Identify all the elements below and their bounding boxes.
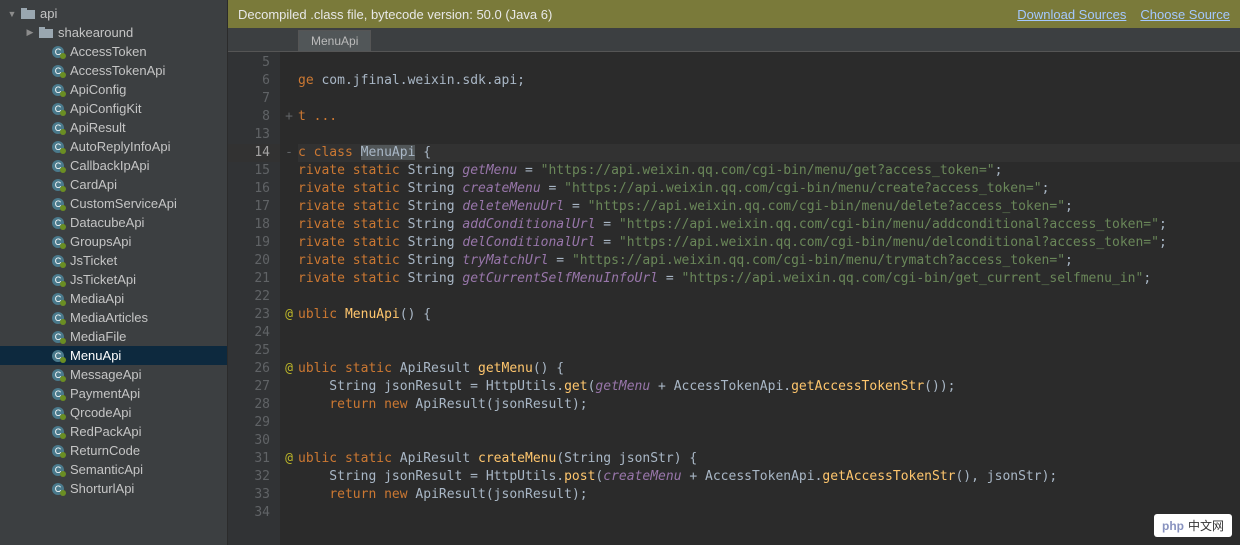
class-icon: C bbox=[50, 443, 66, 459]
file-label: MediaArticles bbox=[70, 310, 148, 325]
tree-file-apiconfig[interactable]: C ApiConfig bbox=[0, 80, 227, 99]
tree-file-mediafile[interactable]: C MediaFile bbox=[0, 327, 227, 346]
file-label: AccessTokenApi bbox=[70, 63, 165, 78]
tree-file-messageapi[interactable]: C MessageApi bbox=[0, 365, 227, 384]
class-icon: C bbox=[50, 253, 66, 269]
file-label: MessageApi bbox=[70, 367, 142, 382]
class-icon: C bbox=[50, 310, 66, 326]
tree-file-paymentapi[interactable]: C PaymentApi bbox=[0, 384, 227, 403]
class-icon: C bbox=[50, 234, 66, 250]
class-icon: C bbox=[50, 177, 66, 193]
tree-file-semanticapi[interactable]: C SemanticApi bbox=[0, 460, 227, 479]
file-label: MenuApi bbox=[70, 348, 121, 363]
folder-label: api bbox=[40, 6, 57, 21]
watermark: php 中文网 bbox=[1154, 514, 1232, 537]
tree-file-datacubeapi[interactable]: C DatacubeApi bbox=[0, 213, 227, 232]
tree-file-groupsapi[interactable]: C GroupsApi bbox=[0, 232, 227, 251]
tree-file-apiresult[interactable]: C ApiResult bbox=[0, 118, 227, 137]
file-label: CustomServiceApi bbox=[70, 196, 177, 211]
editor-tabs: MenuApi bbox=[228, 28, 1240, 52]
file-label: CallbackIpApi bbox=[70, 158, 150, 173]
class-icon: C bbox=[50, 329, 66, 345]
class-icon: C bbox=[50, 101, 66, 117]
tree-folder-shakearound[interactable]: ▶ shakearound bbox=[0, 23, 227, 42]
class-icon: C bbox=[50, 367, 66, 383]
class-icon: C bbox=[50, 158, 66, 174]
download-sources-link[interactable]: Download Sources bbox=[1017, 7, 1126, 22]
decompile-banner: Decompiled .class file, bytecode version… bbox=[228, 0, 1240, 28]
project-tree[interactable]: ▼ api ▶ shakearound C AccessToken C AccessT… bbox=[0, 0, 228, 545]
file-label: JsTicketApi bbox=[70, 272, 136, 287]
folder-label: shakearound bbox=[58, 25, 133, 40]
class-icon: C bbox=[50, 424, 66, 440]
tree-folder-api[interactable]: ▼ api bbox=[0, 4, 227, 23]
class-icon: C bbox=[50, 44, 66, 60]
file-label: DatacubeApi bbox=[70, 215, 144, 230]
class-icon: C bbox=[50, 196, 66, 212]
file-label: ShorturlApi bbox=[70, 481, 134, 496]
tree-file-jsticket[interactable]: C JsTicket bbox=[0, 251, 227, 270]
tree-file-redpackapi[interactable]: C RedPackApi bbox=[0, 422, 227, 441]
tree-file-callbackipapi[interactable]: C CallbackIpApi bbox=[0, 156, 227, 175]
file-label: ApiConfig bbox=[70, 82, 126, 97]
file-label: MediaApi bbox=[70, 291, 124, 306]
code-area[interactable]: ge com.jfinal.weixin.sdk.api;t ...c clas… bbox=[298, 52, 1240, 545]
tree-file-returncode[interactable]: C ReturnCode bbox=[0, 441, 227, 460]
tree-file-shorturlapi[interactable]: C ShorturlApi bbox=[0, 479, 227, 498]
file-label: ApiResult bbox=[70, 120, 126, 135]
chevron-right-icon[interactable]: ▶ bbox=[24, 27, 36, 39]
class-icon: C bbox=[50, 386, 66, 402]
tab-menuapi[interactable]: MenuApi bbox=[298, 30, 371, 51]
choose-source-link[interactable]: Choose Source bbox=[1140, 7, 1230, 22]
tree-file-autoreplyinfoapi[interactable]: C AutoReplyInfoApi bbox=[0, 137, 227, 156]
class-icon: C bbox=[50, 215, 66, 231]
tree-file-apiconfigkit[interactable]: C ApiConfigKit bbox=[0, 99, 227, 118]
line-gutter: 5678131415161718192021222324252627282930… bbox=[228, 52, 280, 545]
file-label: ReturnCode bbox=[70, 443, 140, 458]
file-label: AutoReplyInfoApi bbox=[70, 139, 170, 154]
chevron-down-icon[interactable]: ▼ bbox=[6, 8, 18, 20]
file-label: SemanticApi bbox=[70, 462, 143, 477]
class-icon: C bbox=[50, 405, 66, 421]
file-label: QrcodeApi bbox=[70, 405, 131, 420]
class-icon: C bbox=[50, 348, 66, 364]
banner-text: Decompiled .class file, bytecode version… bbox=[238, 7, 552, 22]
file-label: JsTicket bbox=[70, 253, 117, 268]
file-label: MediaFile bbox=[70, 329, 126, 344]
watermark-right: 中文网 bbox=[1188, 517, 1224, 534]
file-label: GroupsApi bbox=[70, 234, 131, 249]
tree-file-menuapi[interactable]: C MenuApi bbox=[0, 346, 227, 365]
tree-file-accesstokenapi[interactable]: C AccessTokenApi bbox=[0, 61, 227, 80]
file-label: ApiConfigKit bbox=[70, 101, 142, 116]
tree-file-cardapi[interactable]: C CardApi bbox=[0, 175, 227, 194]
code-editor[interactable]: 5678131415161718192021222324252627282930… bbox=[228, 52, 1240, 545]
class-icon: C bbox=[50, 139, 66, 155]
file-label: PaymentApi bbox=[70, 386, 140, 401]
class-icon: C bbox=[50, 272, 66, 288]
file-label: AccessToken bbox=[70, 44, 147, 59]
class-icon: C bbox=[50, 462, 66, 478]
tree-file-qrcodeapi[interactable]: C QrcodeApi bbox=[0, 403, 227, 422]
tree-file-accesstoken[interactable]: C AccessToken bbox=[0, 42, 227, 61]
tree-file-mediaapi[interactable]: C MediaApi bbox=[0, 289, 227, 308]
class-icon: C bbox=[50, 291, 66, 307]
file-label: RedPackApi bbox=[70, 424, 142, 439]
folder-icon bbox=[38, 25, 54, 41]
watermark-left: php bbox=[1162, 519, 1184, 533]
class-icon: C bbox=[50, 120, 66, 136]
folder-icon bbox=[20, 6, 36, 22]
tree-file-jsticketapi[interactable]: C JsTicketApi bbox=[0, 270, 227, 289]
class-icon: C bbox=[50, 63, 66, 79]
tree-file-customserviceapi[interactable]: C CustomServiceApi bbox=[0, 194, 227, 213]
class-icon: C bbox=[50, 481, 66, 497]
class-icon: C bbox=[50, 82, 66, 98]
file-label: CardApi bbox=[70, 177, 117, 192]
fold-column[interactable]: +-@@@ bbox=[280, 52, 298, 545]
tree-file-mediaarticles[interactable]: C MediaArticles bbox=[0, 308, 227, 327]
